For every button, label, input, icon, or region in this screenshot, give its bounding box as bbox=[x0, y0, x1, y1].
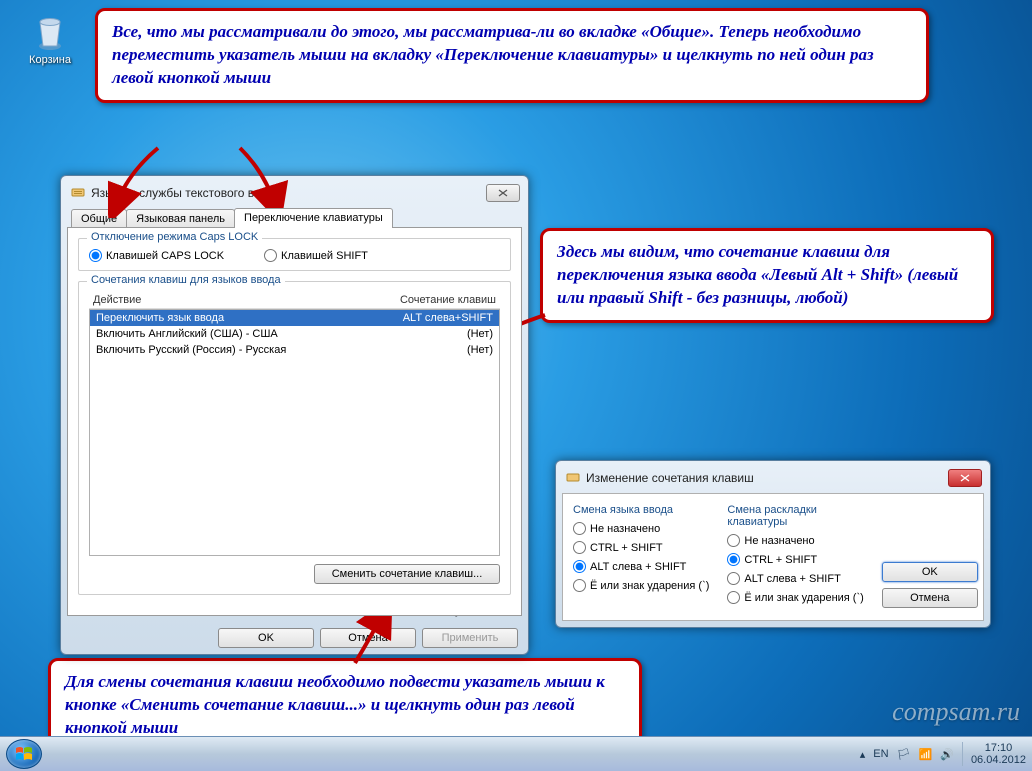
group-capslock: Отключение режима Caps LOCK Клавишей CAP… bbox=[78, 238, 511, 271]
col-layout: Смена раскладки клавиатуры Не назначено … bbox=[727, 504, 863, 610]
radio-lang-none[interactable]: Не назначено bbox=[573, 522, 709, 535]
dialog1-title: Языки и службы текстового ввода bbox=[91, 186, 280, 200]
tab-langbar[interactable]: Языковая панель bbox=[126, 209, 235, 228]
group-hotkeys: Сочетания клавиш для языков ввода Действ… bbox=[78, 281, 511, 595]
col-input-lang: Смена языка ввода Не назначено CTRL + SH… bbox=[573, 504, 709, 610]
table-row[interactable]: Переключить язык вводаALT слева+SHIFT bbox=[90, 310, 499, 326]
col1-header: Смена языка ввода bbox=[573, 504, 709, 516]
recycle-bin-label: Корзина bbox=[20, 54, 80, 66]
radio-layout-ctrlshift[interactable]: CTRL + SHIFT bbox=[727, 553, 863, 566]
table-row[interactable]: Включить Русский (Россия) - Русская(Нет) bbox=[90, 342, 499, 358]
radio-lang-ctrlshift[interactable]: CTRL + SHIFT bbox=[573, 541, 709, 554]
recycle-bin-icon bbox=[30, 12, 70, 52]
hotkey-listview[interactable]: Переключить язык вводаALT слева+SHIFT Вк… bbox=[89, 309, 500, 556]
tab-general[interactable]: Общие bbox=[71, 209, 127, 228]
radio-capslock[interactable]: Клавишей CAPS LOCK bbox=[89, 249, 224, 262]
dialog2-ok-button[interactable]: OK bbox=[882, 562, 978, 582]
radio-shift[interactable]: Клавишей SHIFT bbox=[264, 249, 368, 262]
keyboard-icon bbox=[71, 185, 85, 202]
dialog-text-services: Языки и службы текстового ввода Общие Яз… bbox=[60, 175, 529, 655]
close-icon bbox=[498, 189, 508, 197]
system-tray[interactable]: ▴ EN 🏳 📶 🔊 17:10 06.04.2012 bbox=[860, 742, 1026, 766]
tray-volume-icon[interactable]: 🔊 bbox=[940, 748, 954, 761]
tray-network-icon[interactable]: 📶 bbox=[919, 748, 933, 761]
tab-switch[interactable]: Переключение клавиатуры bbox=[234, 208, 393, 228]
clock-date: 06.04.2012 bbox=[971, 754, 1026, 766]
callout-top: Все, что мы рассматривали до этого, мы р… bbox=[95, 8, 929, 103]
dialog1-ok-button[interactable]: OK bbox=[218, 628, 314, 648]
dialog2-cancel-button[interactable]: Отмена bbox=[882, 588, 978, 608]
dialog2-title: Изменение сочетания клавиш bbox=[586, 471, 754, 485]
lang-indicator[interactable]: EN bbox=[873, 748, 888, 760]
recycle-bin[interactable]: Корзина bbox=[20, 12, 80, 66]
radio-layout-altshift[interactable]: ALT слева + SHIFT bbox=[727, 572, 863, 585]
close-icon bbox=[960, 474, 970, 482]
dialog-change-hotkey: Изменение сочетания клавиш Смена языка в… bbox=[555, 460, 991, 628]
watermark: compsam.ru bbox=[892, 697, 1020, 727]
list-header: Действие Сочетание клавиш bbox=[89, 292, 500, 309]
dialog2-titlebar[interactable]: Изменение сочетания клавиш bbox=[562, 467, 984, 493]
change-hotkey-button[interactable]: Сменить сочетание клавиш... bbox=[314, 564, 500, 584]
taskbar[interactable]: ▴ EN 🏳 📶 🔊 17:10 06.04.2012 bbox=[0, 736, 1032, 771]
dialog2-close-button[interactable] bbox=[948, 469, 982, 487]
col2-header: Смена раскладки клавиатуры bbox=[727, 504, 863, 528]
tray-chevron-icon[interactable]: ▴ bbox=[860, 748, 866, 761]
tray-flag-icon[interactable]: 🏳 bbox=[897, 748, 911, 761]
callout-right: Здесь мы видим, что сочетание клавиш для… bbox=[540, 228, 994, 323]
radio-layout-grave[interactable]: Ё или знак ударения (`) bbox=[727, 591, 863, 604]
table-row[interactable]: Включить Английский (США) - США(Нет) bbox=[90, 326, 499, 342]
dialog1-close-button[interactable] bbox=[486, 184, 520, 202]
dialog1-titlebar[interactable]: Языки и службы текстового ввода bbox=[67, 182, 522, 208]
keyboard-icon bbox=[566, 470, 580, 487]
radio-lang-altshift[interactable]: ALT слева + SHIFT bbox=[573, 560, 709, 573]
radio-layout-none[interactable]: Не назначено bbox=[727, 534, 863, 547]
dialog1-apply-button[interactable]: Применить bbox=[422, 628, 518, 648]
start-button[interactable] bbox=[6, 739, 42, 769]
group-capslock-legend: Отключение режима Caps LOCK bbox=[87, 231, 262, 243]
group-hotkeys-legend: Сочетания клавиш для языков ввода bbox=[87, 274, 285, 286]
dialog1-cancel-button[interactable]: Отмена bbox=[320, 628, 416, 648]
clock-time: 17:10 bbox=[971, 742, 1026, 754]
windows-logo-icon bbox=[15, 745, 33, 763]
radio-lang-grave[interactable]: Ё или знак ударения (`) bbox=[573, 579, 709, 592]
taskbar-clock[interactable]: 17:10 06.04.2012 bbox=[962, 742, 1026, 766]
